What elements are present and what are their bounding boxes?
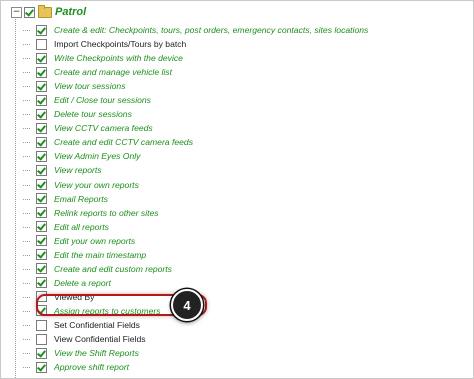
permission-label: Create and edit CCTV camera feeds (54, 137, 193, 148)
permission-checkbox[interactable] (36, 277, 47, 289)
permission-row[interactable]: Email Reports (22, 192, 368, 206)
permission-checkbox[interactable] (36, 80, 47, 92)
permission-label: Edit all reports (54, 221, 109, 232)
permission-label: View your own reports (54, 179, 139, 190)
permission-row[interactable]: View reports (22, 163, 368, 177)
permission-row[interactable]: Approve shift report (22, 360, 368, 374)
permission-checkbox[interactable] (36, 38, 47, 50)
permission-row[interactable]: View Confidential Fields (22, 332, 368, 346)
permission-row[interactable]: Create and manage vehicle list (22, 65, 368, 79)
permission-checkbox[interactable] (36, 150, 47, 162)
permission-checkbox[interactable] (36, 179, 47, 191)
step-number-badge: 4 (171, 289, 203, 321)
permission-row[interactable]: Write Checkpoints with the device (22, 51, 368, 65)
permission-row[interactable]: Create and edit CCTV camera feeds (22, 135, 368, 149)
permission-label: View Admin Eyes Only (54, 151, 141, 162)
permission-label: Create & edit: Checkpoints, tours, post … (54, 25, 369, 36)
permission-row[interactable]: Set Confidential Fields (22, 318, 368, 332)
tree-connector-line (15, 15, 16, 378)
permission-checkbox[interactable] (36, 52, 47, 64)
permission-list: Create & edit: Checkpoints, tours, post … (22, 23, 369, 374)
permission-checkbox[interactable] (36, 24, 47, 36)
permission-row[interactable]: View your own reports (22, 178, 368, 192)
permission-checkbox[interactable] (36, 164, 47, 176)
permission-row[interactable]: View tour sessions (22, 79, 368, 93)
permission-checkbox[interactable] (36, 193, 47, 205)
permission-label: Relink reports to other sites (54, 207, 159, 218)
collapse-toggle-icon[interactable]: − (11, 6, 22, 18)
permission-checkbox[interactable] (36, 122, 47, 134)
permission-label: View Confidential Fields (54, 334, 146, 345)
permission-label: Delete a report (54, 277, 111, 288)
permission-label: Edit / Close tour sessions (54, 95, 151, 106)
permissions-tree-panel: − Patrol Create & edit: Checkpoints, tou… (0, 0, 474, 379)
permission-label: Create and edit custom reports (54, 263, 172, 274)
permission-label: View CCTV camera feeds (54, 123, 153, 134)
patrol-group-title: Patrol (55, 6, 87, 18)
permission-row[interactable]: Delete a report (22, 276, 368, 290)
permission-label: Create and manage vehicle list (54, 67, 172, 78)
permission-row[interactable]: Create & edit: Checkpoints, tours, post … (22, 23, 369, 37)
patrol-group-header: − Patrol (11, 4, 86, 20)
permission-checkbox[interactable] (36, 207, 47, 219)
permission-checkbox[interactable] (36, 361, 47, 373)
permission-label: Email Reports (54, 193, 108, 204)
permission-label: Write Checkpoints with the device (54, 53, 183, 64)
permission-row[interactable]: Edit all reports (22, 220, 368, 234)
permission-label: View the Shift Reports (54, 348, 139, 359)
permission-row[interactable]: Edit / Close tour sessions (22, 93, 368, 107)
permission-checkbox[interactable] (36, 94, 47, 106)
permission-label: View tour sessions (54, 81, 126, 92)
permission-label: Edit your own reports (54, 235, 136, 246)
permission-checkbox[interactable] (36, 108, 47, 120)
permission-row[interactable]: Edit the main timestamp (22, 248, 368, 262)
permission-checkbox[interactable] (36, 347, 47, 359)
permission-label: Approve shift report (54, 362, 129, 373)
permission-checkbox[interactable] (36, 66, 47, 78)
permission-row[interactable]: View CCTV camera feeds (22, 121, 368, 135)
permission-checkbox[interactable] (36, 263, 47, 275)
permission-checkbox[interactable] (36, 249, 47, 261)
permission-row[interactable]: View the Shift Reports (22, 346, 368, 360)
folder-icon (38, 4, 52, 18)
permission-label: Delete tour sessions (54, 109, 132, 120)
permission-label: Import Checkpoints/Tours by batch (54, 39, 187, 50)
permission-row[interactable]: View Admin Eyes Only (22, 149, 368, 163)
permission-row[interactable]: Edit your own reports (22, 234, 368, 248)
permission-checkbox[interactable] (36, 136, 47, 148)
permission-label: Edit the main timestamp (54, 249, 147, 260)
permission-checkbox[interactable] (36, 221, 47, 233)
permission-row[interactable]: Import Checkpoints/Tours by batch (22, 37, 368, 51)
permission-label: Set Confidential Fields (54, 320, 140, 330)
permission-row[interactable]: Create and edit custom reports (22, 262, 368, 276)
permission-checkbox[interactable] (36, 333, 47, 345)
permission-label: View reports (54, 165, 102, 176)
permission-checkbox[interactable] (36, 235, 47, 247)
patrol-group-checkbox[interactable] (24, 6, 35, 18)
permission-row[interactable]: Relink reports to other sites (22, 206, 368, 220)
permission-checkbox[interactable] (36, 319, 47, 331)
permission-row[interactable]: Delete tour sessions (22, 107, 368, 121)
